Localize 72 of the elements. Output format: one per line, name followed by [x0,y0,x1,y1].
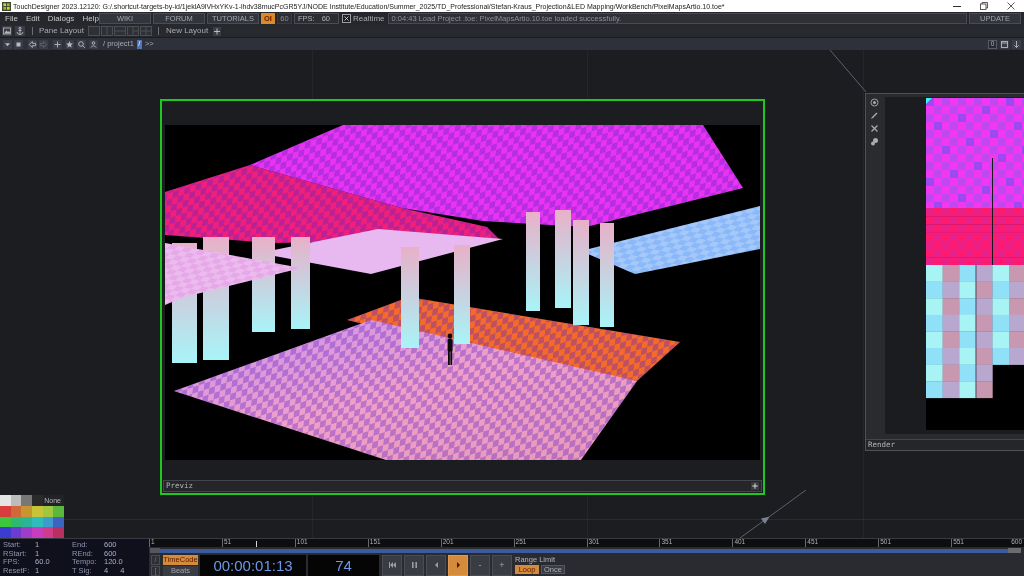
zoom-icon[interactable] [77,39,86,49]
menu-item[interactable]: File [5,14,18,23]
caret-down-icon[interactable] [3,39,12,49]
left-triangle-icon [434,562,438,568]
color-swatch[interactable] [10,505,22,517]
color-swatch[interactable] [0,495,11,506]
restore-icon [979,2,988,10]
plus-icon[interactable] [213,26,222,36]
image-icon[interactable] [2,26,12,36]
color-swatch[interactable] [0,527,11,538]
color-swatch[interactable] [42,527,54,538]
two-row-icon[interactable] [113,26,126,36]
range-handle[interactable] [1008,548,1021,553]
circles-icon[interactable] [870,137,879,146]
back-arrow-icon[interactable] [28,39,37,49]
color-swatch[interactable] [21,505,32,517]
transport-button[interactable]: - [470,554,490,576]
color-swatch[interactable] [32,505,43,517]
frame-display[interactable]: 74 [308,554,379,576]
color-swatch[interactable] [32,527,43,538]
minimize-icon [952,5,961,7]
stop-icon[interactable] [14,39,23,49]
color-swatch[interactable] [53,505,64,517]
transport-button[interactable]: + [492,554,512,576]
transport-button[interactable] [426,554,446,576]
menu-item[interactable]: Dialogs [47,14,75,23]
play-icon [456,562,460,568]
new-layout-label: New Layout [165,27,209,35]
color-swatch[interactable] [21,516,32,528]
color-swatch[interactable] [42,516,54,528]
three-pane-icon[interactable] [126,26,139,36]
color-swatch[interactable] [53,527,64,538]
close-icon[interactable] [870,124,879,133]
star-icon[interactable] [65,39,74,49]
menu-item[interactable]: Edit [25,14,40,23]
pause-icon [411,562,417,568]
timecode-display[interactable]: 00:00:01:13 [200,554,306,576]
plus-icon[interactable] [751,482,759,490]
transport-button[interactable] [448,554,468,576]
realtime-label: Realtime [353,14,385,23]
transport-button[interactable] [382,554,402,576]
color-swatch[interactable] [10,495,22,506]
pane-layout-label: Pane Layout [39,27,84,35]
color-swatch[interactable] [10,527,22,538]
range-handle[interactable] [150,548,160,553]
connector-line [830,50,866,92]
color-swatch[interactable] [32,495,43,506]
color-swatch[interactable] [10,516,22,528]
menu-item[interactable]: Help [82,14,99,23]
pen-icon[interactable] [870,111,879,120]
plus-icon[interactable] [53,39,62,49]
color-swatch[interactable] [0,505,11,517]
four-pane-icon[interactable] [139,26,152,36]
color-swatch[interactable] [21,527,32,538]
window-icon[interactable] [1000,39,1009,49]
connector-line [740,490,806,538]
anchor-icon[interactable] [15,26,25,36]
close-icon [1006,2,1015,10]
down-arrow-icon[interactable] [1012,39,1021,49]
skip-back-icon [388,562,396,568]
realtime-checkbox[interactable] [342,14,351,23]
transport-button[interactable] [404,554,424,576]
person-icon[interactable] [89,39,98,49]
playhead-marker[interactable] [255,541,257,547]
app-logo-icon [2,1,11,11]
color-swatch[interactable] [53,516,64,528]
color-swatch[interactable] [21,495,32,506]
color-swatch[interactable] [32,516,43,528]
color-swatch[interactable] [0,516,11,528]
target-icon[interactable] [870,98,879,107]
cross-mark-icon [344,16,349,21]
color-swatch[interactable] [42,505,54,517]
